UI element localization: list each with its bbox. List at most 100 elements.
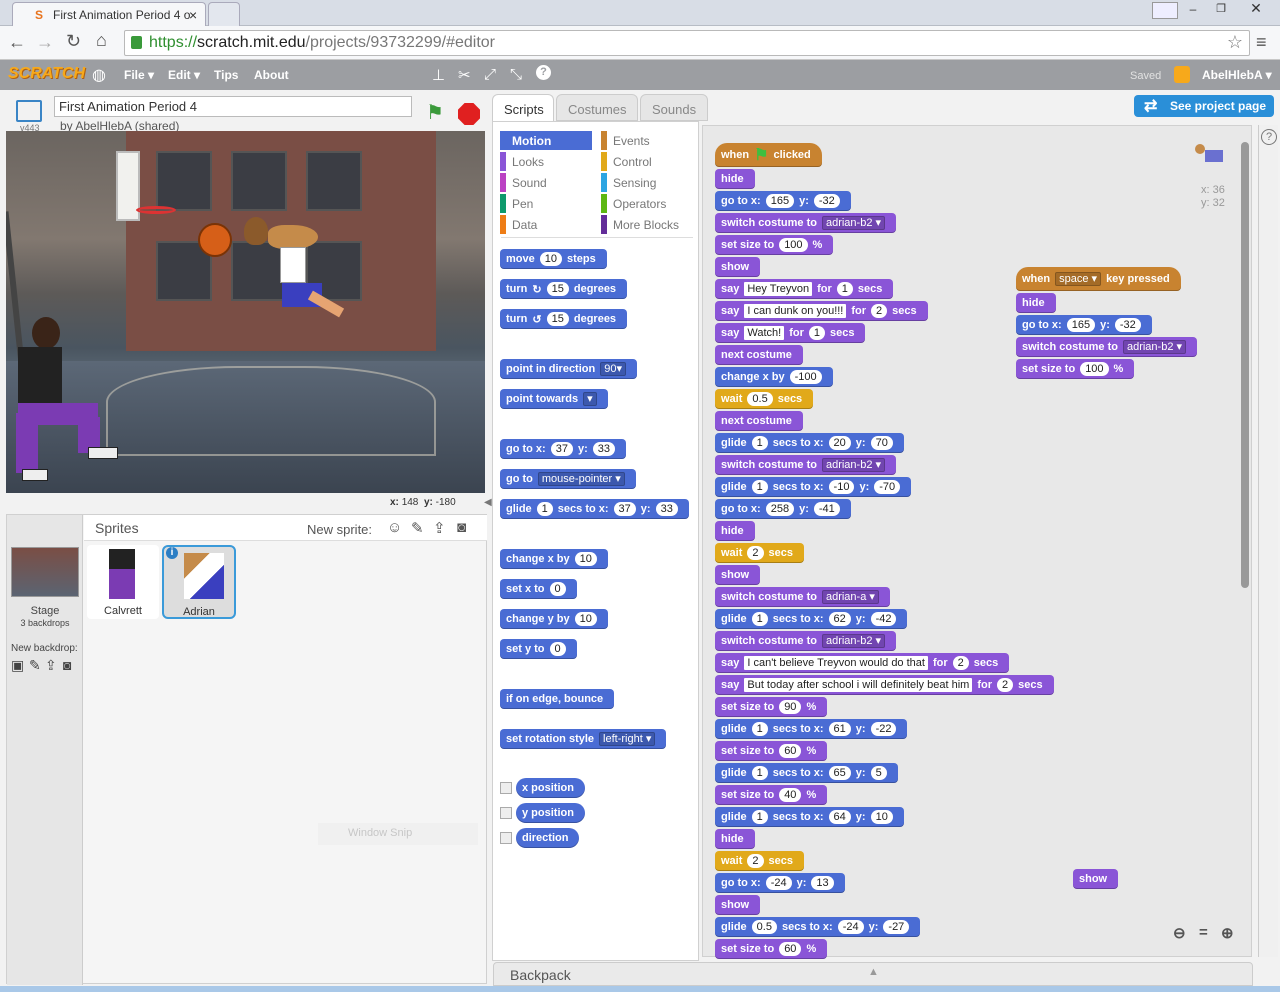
script-block-look[interactable]: show (715, 895, 761, 915)
backpack-toggle-icon[interactable]: ▲ (868, 966, 879, 978)
number-input[interactable]: 1 (751, 766, 768, 780)
number-input[interactable]: 33 (655, 502, 678, 516)
number-input[interactable]: 70 (870, 436, 893, 450)
loose-show-block[interactable]: show (1073, 869, 1119, 889)
see-project-page-button[interactable]: ⇄ See project page (1134, 95, 1274, 117)
dropdown-input[interactable]: adrian-b2 ▾ (821, 634, 886, 648)
fullscreen-icon[interactable] (16, 100, 42, 122)
tab-costumes[interactable]: Costumes (556, 94, 638, 121)
number-input[interactable]: 10 (574, 552, 597, 566)
dropdown-input[interactable]: 90▾ (600, 362, 626, 376)
number-input[interactable]: -32 (813, 194, 840, 208)
dropdown-input[interactable]: adrian-b2 ▾ (821, 458, 886, 472)
script-block-look[interactable]: set size to 40% (715, 785, 828, 805)
script-block-look[interactable]: hide (715, 829, 755, 849)
user-icon[interactable] (1152, 2, 1178, 19)
script-block-ctl[interactable]: wait 0.5 secs (715, 389, 814, 409)
category-sound[interactable]: Sound (500, 173, 588, 192)
number-input[interactable]: 15 (546, 282, 569, 296)
number-input[interactable]: -42 (870, 612, 897, 626)
globe-icon[interactable]: ◍ (92, 65, 106, 85)
number-input[interactable]: 33 (592, 442, 615, 456)
shrink-tool-icon[interactable]: ⤡ (510, 66, 522, 83)
rotation-style-block[interactable]: set rotation style left-right ▾ (500, 729, 667, 749)
x-position-reporter[interactable]: x position (516, 778, 585, 798)
script-block-look[interactable]: set size to 90% (715, 697, 828, 717)
category-looks[interactable]: Looks (500, 152, 588, 171)
go-to-block[interactable]: go to mouse-pointer ▾ (500, 469, 636, 489)
script-block-look[interactable]: set size to 60% (715, 939, 828, 959)
number-input[interactable]: 37 (613, 502, 636, 516)
direction-reporter[interactable]: direction (516, 828, 580, 848)
script-block-ctl[interactable]: wait 2 secs (715, 851, 805, 871)
text-input[interactable]: I can't believe Treyvon would do that (744, 656, 928, 670)
script-block-mot[interactable]: glide 1 secs to x: -10 y: -70 (715, 477, 912, 497)
number-input[interactable]: 1 (751, 810, 768, 824)
number-input[interactable]: 10 (574, 612, 597, 626)
number-input[interactable]: 165 (1066, 318, 1096, 332)
camera-icon[interactable]: ◙ (457, 519, 466, 536)
number-input[interactable]: -100 (789, 370, 822, 384)
number-input[interactable]: 20 (828, 436, 851, 450)
collapse-stage-icon[interactable]: ◀ (484, 497, 492, 508)
number-input[interactable]: 1 (751, 722, 768, 736)
close-window-icon[interactable]: ✕ (1236, 0, 1276, 19)
script-block-look[interactable]: hide (1016, 293, 1056, 313)
change-x-block[interactable]: change x by 10 (500, 549, 608, 569)
script-block-mot[interactable]: glide 1 secs to x: 62 y: -42 (715, 609, 908, 629)
tab-sounds[interactable]: Sounds (640, 94, 708, 121)
number-input[interactable]: 100 (779, 238, 808, 252)
upload-backdrop-icon[interactable]: ⇪ (45, 657, 57, 674)
text-input[interactable]: Hey Treyvon (744, 282, 813, 296)
info-icon[interactable]: i (166, 547, 178, 559)
go-to-xy-block[interactable]: go to x: 37 y: 33 (500, 439, 626, 459)
new-tab-button[interactable] (208, 2, 240, 26)
script-block-mot[interactable]: change x by -100 (715, 367, 833, 387)
number-input[interactable]: -27 (883, 920, 910, 934)
dropdown-input[interactable]: adrian-a ▾ (821, 590, 879, 604)
calvrett-sprite[interactable] (8, 317, 128, 487)
number-input[interactable]: -41 (813, 502, 840, 516)
tips-menu[interactable]: Tips (214, 68, 238, 82)
number-input[interactable]: 60 (779, 744, 802, 758)
number-input[interactable]: 1 (836, 282, 853, 296)
script-block-look[interactable]: next costume (715, 345, 803, 365)
number-input[interactable]: 37 (550, 442, 573, 456)
bounce-block[interactable]: if on edge, bounce (500, 689, 615, 709)
number-input[interactable]: 1 (751, 480, 768, 494)
number-input[interactable]: 258 (765, 502, 795, 516)
bookmark-star-icon[interactable]: ☆ (1227, 32, 1243, 53)
number-input[interactable]: -32 (1114, 318, 1141, 332)
script-block-mot[interactable]: go to x: 165 y: -32 (1016, 315, 1152, 335)
text-input[interactable]: But today after school i will definitely… (744, 678, 973, 692)
number-input[interactable]: -24 (765, 876, 792, 890)
number-input[interactable]: 64 (828, 810, 851, 824)
scratch-logo[interactable]: SCRATCH (8, 65, 85, 83)
number-input[interactable]: 0 (549, 582, 566, 596)
number-input[interactable]: 1 (536, 502, 553, 516)
monitor-checkbox[interactable] (500, 782, 512, 794)
script-block-look[interactable]: switch costume to adrian-b2 ▾ (1016, 337, 1198, 357)
number-input[interactable]: 5 (870, 766, 887, 780)
category-events[interactable]: Events (601, 131, 689, 150)
script-block-mot[interactable]: go to x: 165 y: -32 (715, 191, 851, 211)
adrian-sprite[interactable] (238, 217, 358, 337)
grow-tool-icon[interactable]: ⤢ (484, 66, 496, 83)
script-block-look[interactable]: switch costume to adrian-b2 ▾ (715, 455, 897, 475)
number-input[interactable]: 10 (870, 810, 893, 824)
number-input[interactable]: 61 (828, 722, 851, 736)
number-input[interactable]: 0.5 (751, 920, 777, 934)
stage-thumbnail[interactable] (11, 547, 79, 597)
number-input[interactable]: 0.5 (747, 392, 773, 406)
move-block[interactable]: move 10 steps (500, 249, 607, 269)
script-block-mot[interactable]: glide 0.5 secs to x: -24 y: -27 (715, 917, 921, 937)
url-input[interactable]: https://scratch.mit.edu/projects/9373229… (124, 30, 1250, 56)
dropdown-input[interactable]: ▾ (583, 392, 597, 406)
dropdown-input[interactable]: adrian-b2 ▾ (821, 216, 886, 230)
set-x-block[interactable]: set x to 0 (500, 579, 577, 599)
stage-canvas[interactable] (6, 131, 485, 493)
number-input[interactable]: 2 (747, 546, 764, 560)
category-operators[interactable]: Operators (601, 194, 689, 213)
turn-left-block[interactable]: turn ↺ 15 degrees (500, 309, 628, 329)
number-input[interactable]: 13 (811, 876, 834, 890)
